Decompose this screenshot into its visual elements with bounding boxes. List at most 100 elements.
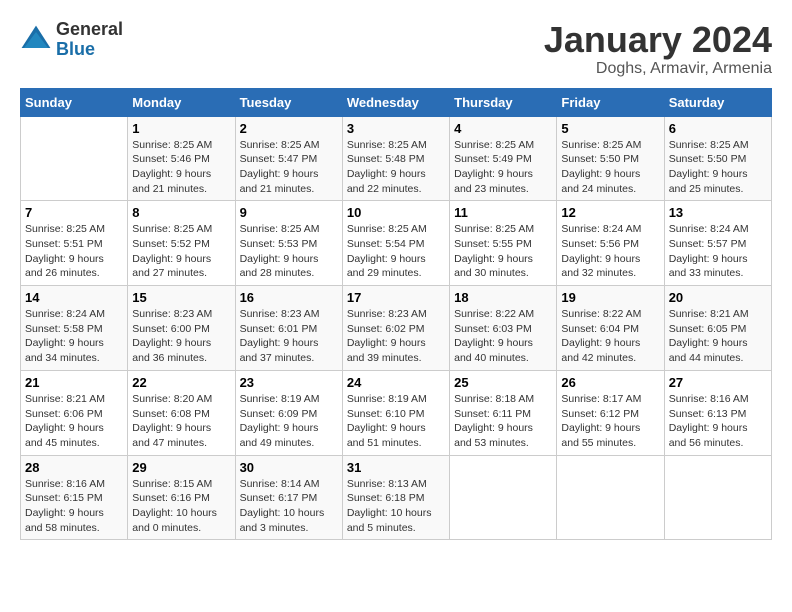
- day-info: Sunrise: 8:25 AM Sunset: 5:54 PM Dayligh…: [347, 222, 445, 281]
- day-info: Sunrise: 8:25 AM Sunset: 5:47 PM Dayligh…: [240, 138, 338, 197]
- calendar-header: Sunday Monday Tuesday Wednesday Thursday…: [21, 88, 772, 116]
- day-info: Sunrise: 8:23 AM Sunset: 6:02 PM Dayligh…: [347, 307, 445, 366]
- day-cell: 14 Sunrise: 8:24 AM Sunset: 5:58 PM Dayli…: [21, 286, 128, 371]
- day-info: Sunrise: 8:25 AM Sunset: 5:48 PM Dayligh…: [347, 138, 445, 197]
- day-info: Sunrise: 8:17 AM Sunset: 6:12 PM Dayligh…: [561, 392, 659, 451]
- day-number: 12: [561, 205, 659, 220]
- day-cell: [450, 455, 557, 540]
- calendar-table: Sunday Monday Tuesday Wednesday Thursday…: [20, 88, 772, 541]
- day-cell: 30Sunrise: 8:14 AM Sunset: 6:17 PM Dayli…: [235, 455, 342, 540]
- day-cell: [664, 455, 771, 540]
- day-number: 9: [240, 205, 338, 220]
- day-cell: 28Sunrise: 8:16 AM Sunset: 6:15 PM Dayli…: [21, 455, 128, 540]
- day-info: Sunrise: 8:25 AM Sunset: 5:51 PM Dayligh…: [25, 222, 123, 281]
- day-number: 8: [132, 205, 230, 220]
- day-info: Sunrise: 8:23 AM Sunset: 6:00 PM Dayligh…: [132, 307, 230, 366]
- day-number: 2: [240, 121, 338, 136]
- week-row-3: 21 Sunrise: 8:21 AM Sunset: 6:06 PM Dayli…: [21, 370, 772, 455]
- day-info: Sunrise: 8:24 AM Sunset: 5:58 PM Dayligh…: [25, 307, 123, 366]
- day-cell: 11Sunrise: 8:25 AM Sunset: 5:55 PM Dayli…: [450, 201, 557, 286]
- header-monday: Monday: [128, 88, 235, 116]
- day-number: 5: [561, 121, 659, 136]
- header-tuesday: Tuesday: [235, 88, 342, 116]
- day-info: Sunrise: 8:19 AM Sunset: 6:10 PM Dayligh…: [347, 392, 445, 451]
- day-info: Sunrise: 8:23 AM Sunset: 6:01 PM Dayligh…: [240, 307, 338, 366]
- day-cell: [557, 455, 664, 540]
- logo: General Blue: [20, 20, 123, 60]
- logo-general: General: [56, 20, 123, 40]
- day-cell: [21, 116, 128, 201]
- day-cell: 22Sunrise: 8:20 AM Sunset: 6:08 PM Dayli…: [128, 370, 235, 455]
- day-number: 3: [347, 121, 445, 136]
- header-thursday: Thursday: [450, 88, 557, 116]
- day-cell: 4 Sunrise: 8:25 AM Sunset: 5:49 PM Daylig…: [450, 116, 557, 201]
- day-cell: 7 Sunrise: 8:25 AM Sunset: 5:51 PM Daylig…: [21, 201, 128, 286]
- location-subtitle: Doghs, Armavir, Armenia: [544, 60, 772, 78]
- day-cell: 24 Sunrise: 8:19 AM Sunset: 6:10 PM Dayli…: [342, 370, 449, 455]
- day-number: 27: [669, 375, 767, 390]
- header-wednesday: Wednesday: [342, 88, 449, 116]
- day-cell: 16 Sunrise: 8:23 AM Sunset: 6:01 PM Dayli…: [235, 286, 342, 371]
- day-number: 29: [132, 460, 230, 475]
- day-cell: 8 Sunrise: 8:25 AM Sunset: 5:52 PM Daylig…: [128, 201, 235, 286]
- day-cell: 27Sunrise: 8:16 AM Sunset: 6:13 PM Dayli…: [664, 370, 771, 455]
- day-cell: 26 Sunrise: 8:17 AM Sunset: 6:12 PM Dayli…: [557, 370, 664, 455]
- day-cell: 31 Sunrise: 8:13 AM Sunset: 6:18 PM Dayli…: [342, 455, 449, 540]
- day-info: Sunrise: 8:22 AM Sunset: 6:03 PM Dayligh…: [454, 307, 552, 366]
- day-number: 26: [561, 375, 659, 390]
- day-number: 25: [454, 375, 552, 390]
- day-info: Sunrise: 8:25 AM Sunset: 5:53 PM Dayligh…: [240, 222, 338, 281]
- day-info: Sunrise: 8:20 AM Sunset: 6:08 PM Dayligh…: [132, 392, 230, 451]
- day-number: 17: [347, 290, 445, 305]
- header-friday: Friday: [557, 88, 664, 116]
- day-cell: 25 Sunrise: 8:18 AM Sunset: 6:11 PM Dayli…: [450, 370, 557, 455]
- day-cell: 1Sunrise: 8:25 AM Sunset: 5:46 PM Daylig…: [128, 116, 235, 201]
- day-info: Sunrise: 8:25 AM Sunset: 5:52 PM Dayligh…: [132, 222, 230, 281]
- day-cell: 6Sunrise: 8:25 AM Sunset: 5:50 PM Daylig…: [664, 116, 771, 201]
- header-row: Sunday Monday Tuesday Wednesday Thursday…: [21, 88, 772, 116]
- day-number: 19: [561, 290, 659, 305]
- day-cell: 2 Sunrise: 8:25 AM Sunset: 5:47 PM Daylig…: [235, 116, 342, 201]
- day-info: Sunrise: 8:22 AM Sunset: 6:04 PM Dayligh…: [561, 307, 659, 366]
- day-cell: 10Sunrise: 8:25 AM Sunset: 5:54 PM Dayli…: [342, 201, 449, 286]
- day-cell: 20 Sunrise: 8:21 AM Sunset: 6:05 PM Dayli…: [664, 286, 771, 371]
- header-sunday: Sunday: [21, 88, 128, 116]
- title-section: January 2024 Doghs, Armavir, Armenia: [544, 20, 772, 78]
- day-info: Sunrise: 8:14 AM Sunset: 6:17 PM Dayligh…: [240, 477, 338, 536]
- day-number: 21: [25, 375, 123, 390]
- day-cell: 21 Sunrise: 8:21 AM Sunset: 6:06 PM Dayli…: [21, 370, 128, 455]
- day-info: Sunrise: 8:21 AM Sunset: 6:05 PM Dayligh…: [669, 307, 767, 366]
- day-cell: 18 Sunrise: 8:22 AM Sunset: 6:03 PM Dayli…: [450, 286, 557, 371]
- day-info: Sunrise: 8:21 AM Sunset: 6:06 PM Dayligh…: [25, 392, 123, 451]
- day-info: Sunrise: 8:25 AM Sunset: 5:49 PM Dayligh…: [454, 138, 552, 197]
- day-cell: 12 Sunrise: 8:24 AM Sunset: 5:56 PM Dayli…: [557, 201, 664, 286]
- day-number: 28: [25, 460, 123, 475]
- day-number: 24: [347, 375, 445, 390]
- calendar-body: 1Sunrise: 8:25 AM Sunset: 5:46 PM Daylig…: [21, 116, 772, 540]
- day-info: Sunrise: 8:18 AM Sunset: 6:11 PM Dayligh…: [454, 392, 552, 451]
- month-title: January 2024: [544, 20, 772, 60]
- day-info: Sunrise: 8:13 AM Sunset: 6:18 PM Dayligh…: [347, 477, 445, 536]
- day-info: Sunrise: 8:15 AM Sunset: 6:16 PM Dayligh…: [132, 477, 230, 536]
- week-row-0: 1Sunrise: 8:25 AM Sunset: 5:46 PM Daylig…: [21, 116, 772, 201]
- day-number: 23: [240, 375, 338, 390]
- day-cell: 13Sunrise: 8:24 AM Sunset: 5:57 PM Dayli…: [664, 201, 771, 286]
- day-info: Sunrise: 8:24 AM Sunset: 5:56 PM Dayligh…: [561, 222, 659, 281]
- day-number: 6: [669, 121, 767, 136]
- day-number: 18: [454, 290, 552, 305]
- day-number: 14: [25, 290, 123, 305]
- logo-text: General Blue: [56, 20, 123, 60]
- day-number: 20: [669, 290, 767, 305]
- day-number: 4: [454, 121, 552, 136]
- day-number: 15: [132, 290, 230, 305]
- day-cell: 15 Sunrise: 8:23 AM Sunset: 6:00 PM Dayli…: [128, 286, 235, 371]
- day-cell: 3 Sunrise: 8:25 AM Sunset: 5:48 PM Daylig…: [342, 116, 449, 201]
- day-number: 31: [347, 460, 445, 475]
- week-row-2: 14 Sunrise: 8:24 AM Sunset: 5:58 PM Dayli…: [21, 286, 772, 371]
- week-row-1: 7 Sunrise: 8:25 AM Sunset: 5:51 PM Daylig…: [21, 201, 772, 286]
- day-cell: 23Sunrise: 8:19 AM Sunset: 6:09 PM Dayli…: [235, 370, 342, 455]
- header-saturday: Saturday: [664, 88, 771, 116]
- day-number: 16: [240, 290, 338, 305]
- header: General Blue January 2024 Doghs, Armavir…: [20, 20, 772, 78]
- day-number: 7: [25, 205, 123, 220]
